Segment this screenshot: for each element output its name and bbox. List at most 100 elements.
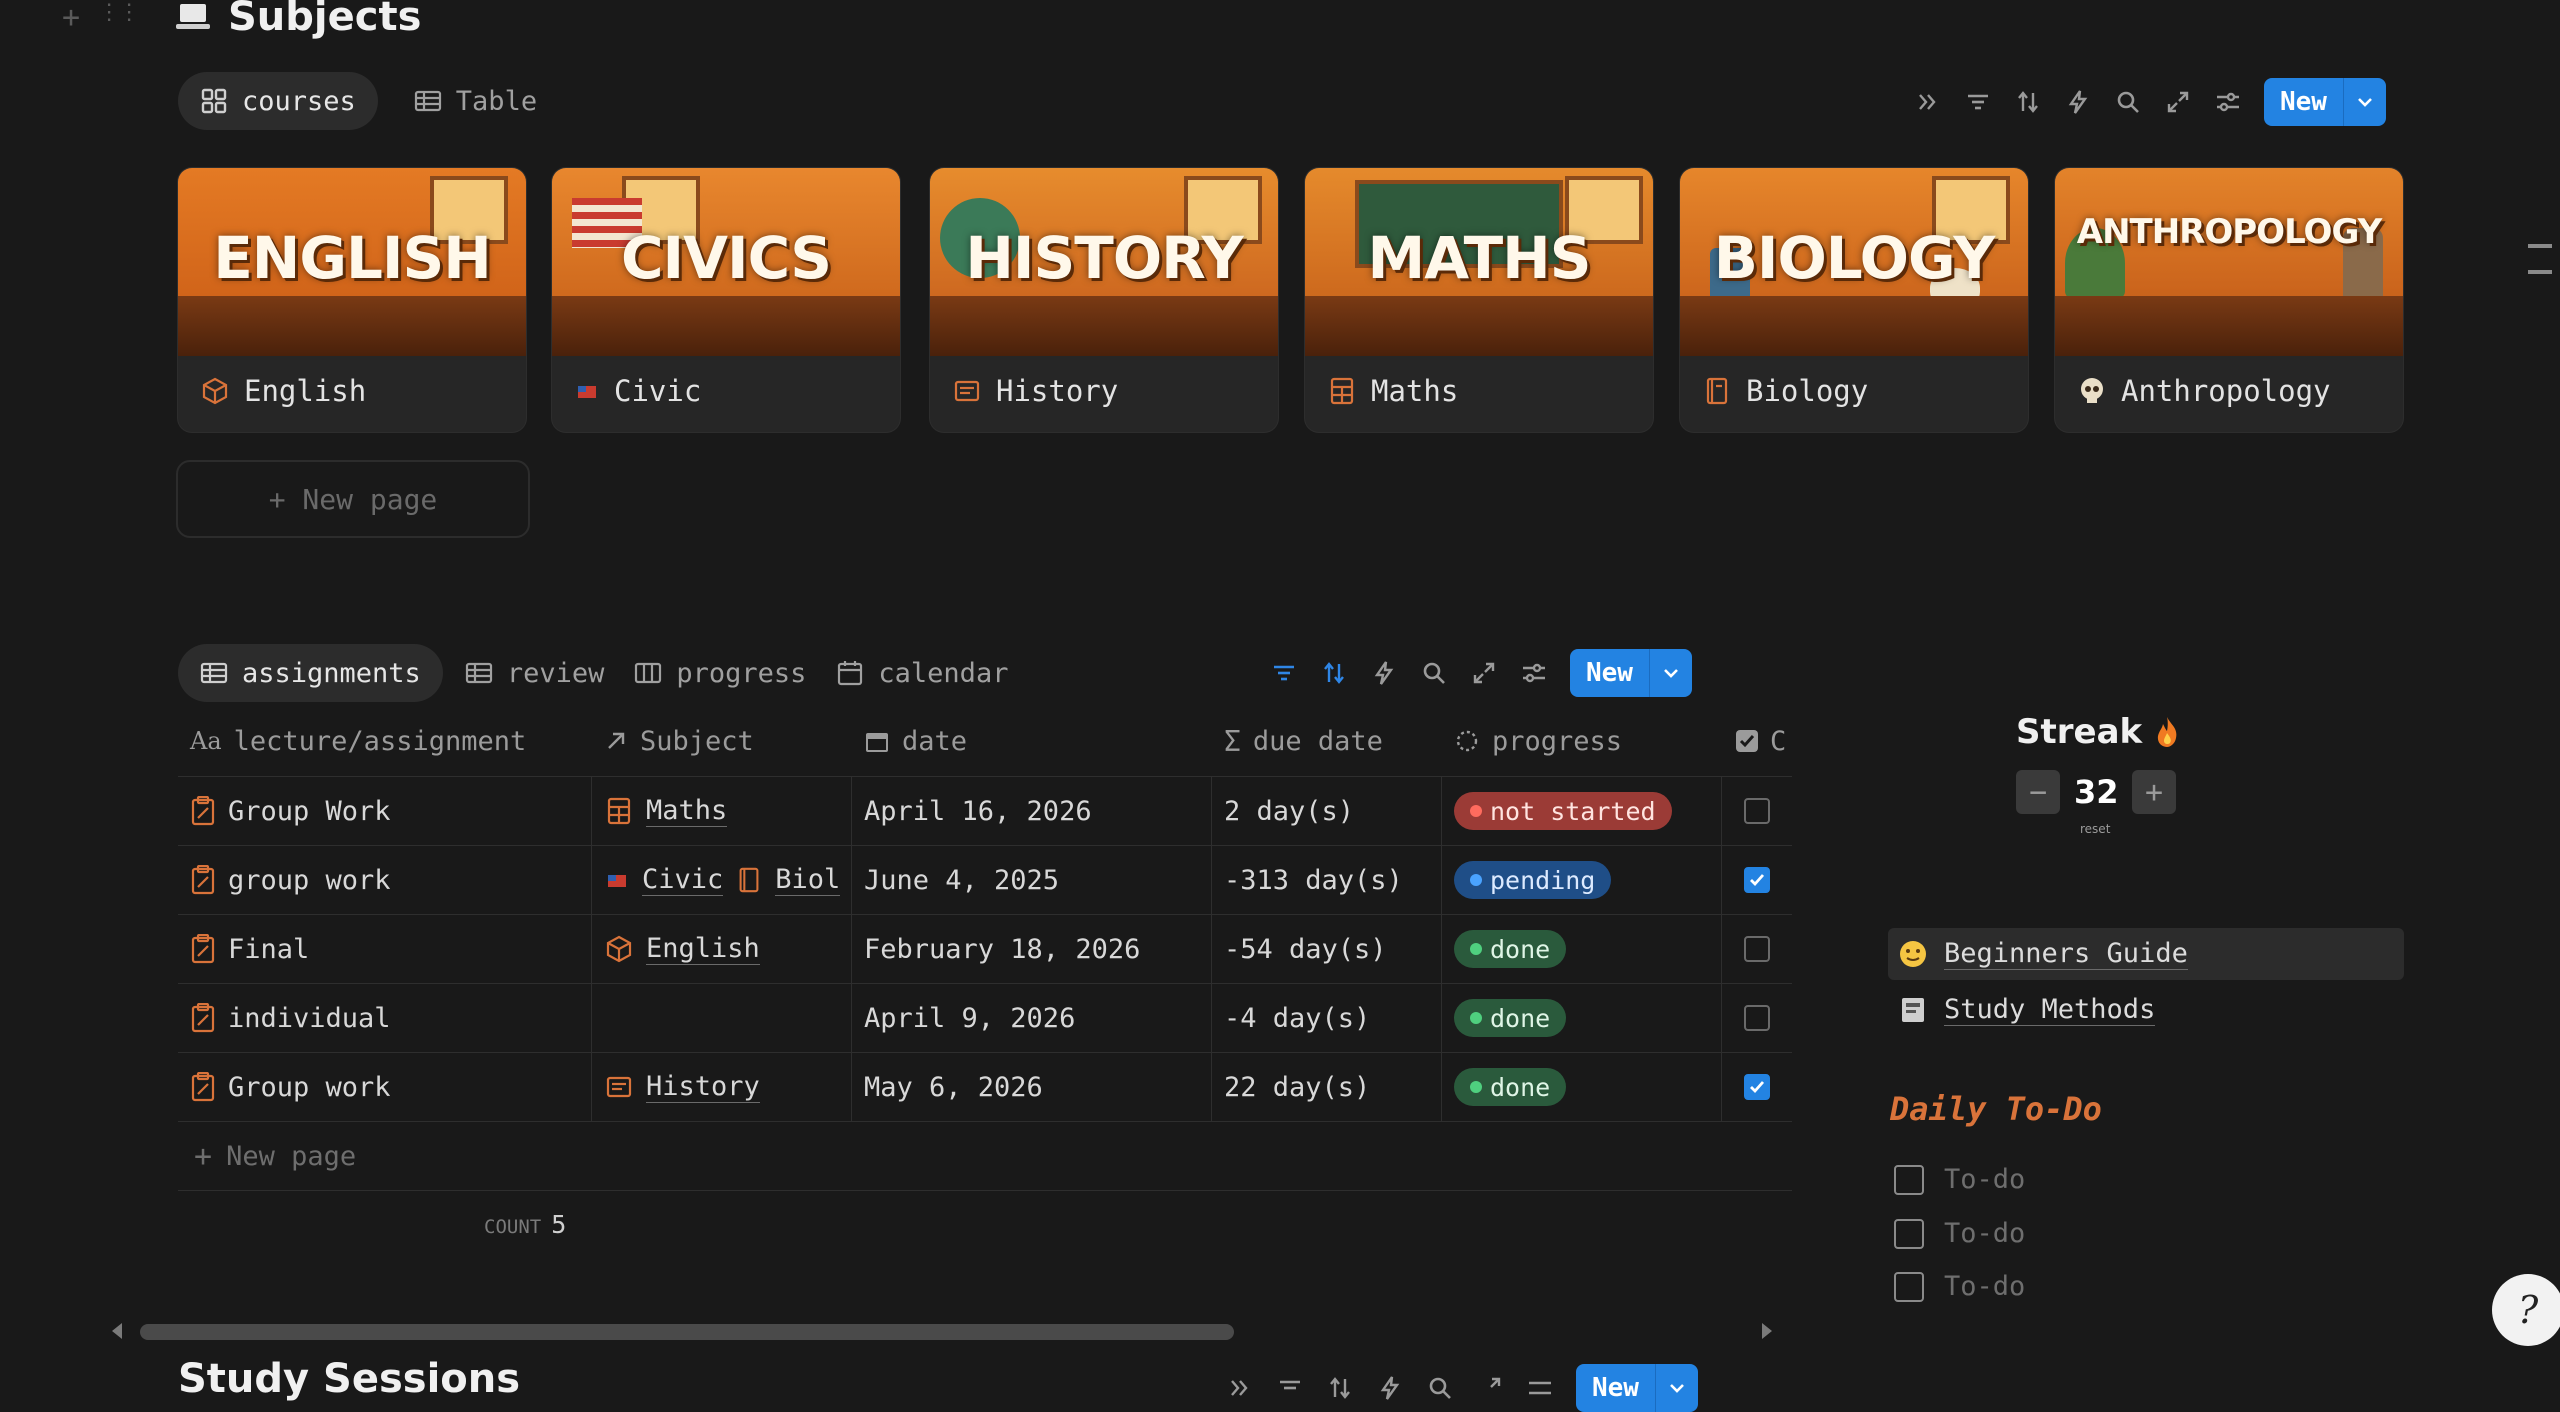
count-summary[interactable]: COUNT 5	[484, 1210, 566, 1239]
lightning-icon[interactable]	[2064, 88, 2092, 116]
column-header-progress[interactable]: progress	[1442, 706, 1722, 776]
subject-link[interactable]: English	[646, 933, 760, 965]
drag-handle-icon[interactable]: ⋮⋮	[98, 0, 140, 35]
search-icon[interactable]	[1420, 659, 1448, 687]
link-beginners-guide[interactable]: Beginners Guide	[1888, 928, 2404, 980]
column-header-due-date[interactable]: Σdue date	[1212, 706, 1442, 776]
todo-checkbox[interactable]	[1894, 1164, 1924, 1195]
column-header-assignment[interactable]: Aa lecture/assignment	[178, 706, 592, 776]
todo-checkbox[interactable]	[1894, 1218, 1924, 1249]
laptop-icon	[176, 2, 210, 32]
assignments-table: Aa lecture/assignment Subject date Σdue d…	[178, 706, 1792, 1239]
row-checkbox[interactable]	[1744, 1074, 1770, 1100]
column-header-date[interactable]: date	[852, 706, 1212, 776]
row-checkbox[interactable]	[1744, 798, 1770, 824]
row-checkbox[interactable]	[1744, 936, 1770, 962]
tab-review[interactable]: review	[457, 644, 613, 702]
subject-link[interactable]: History	[646, 1071, 760, 1103]
todo-item[interactable]: To-do	[1894, 1218, 2025, 1249]
reset-button[interactable]: reset	[2080, 822, 2110, 836]
table-row[interactable]: Group work History May 6, 2026 22 day(s)…	[178, 1053, 1792, 1122]
filter-icon[interactable]	[1964, 88, 1992, 116]
flag-icon	[604, 867, 630, 893]
streak-stepper: − 32 +	[2016, 770, 2176, 814]
link-study-methods[interactable]: Study Methods	[1888, 984, 2404, 1036]
scroll-icon	[604, 1072, 634, 1102]
courses-new-button[interactable]: New	[2264, 78, 2386, 126]
table-row[interactable]: individual April 9, 2026 -4 day(s) done	[178, 984, 1792, 1053]
cube-icon	[604, 934, 634, 964]
study-sessions-title: Study Sessions	[178, 1356, 521, 1402]
sort-icon[interactable]	[1320, 659, 1348, 687]
double-chevron-icon[interactable]	[1914, 88, 1942, 116]
course-card-maths[interactable]: MATHS Maths	[1305, 168, 1653, 432]
chevron-down-icon[interactable]	[2342, 78, 2386, 126]
gallery-new-page-button[interactable]: + New page	[176, 460, 530, 538]
subject-link[interactable]: Maths	[646, 795, 728, 827]
study-sessions-toolbar: New	[1226, 1364, 1698, 1412]
sort-icon[interactable]	[2014, 88, 2042, 116]
chevron-down-icon[interactable]	[1648, 649, 1692, 697]
assignments-new-button[interactable]: New	[1570, 649, 1692, 697]
chevron-down-icon[interactable]	[1654, 1364, 1698, 1412]
settings-sliders-icon[interactable]	[1520, 659, 1548, 687]
calendar-icon	[836, 659, 864, 687]
assignments-view-tabs: assignments review progress calendar	[178, 644, 1016, 702]
filter-icon[interactable]	[1270, 659, 1298, 687]
table-icon	[414, 87, 442, 115]
lightning-icon[interactable]	[1370, 659, 1398, 687]
course-card-biology[interactable]: BIOLOGY Biology	[1680, 168, 2028, 432]
course-card-history[interactable]: HISTORY History	[930, 168, 1278, 432]
double-chevron-icon[interactable]	[1226, 1374, 1254, 1402]
page-title: Subjects	[176, 0, 421, 40]
help-button[interactable]: ?	[2492, 1274, 2560, 1346]
card-cover: CIVICS	[552, 168, 900, 356]
table-header: Aa lecture/assignment Subject date Σdue d…	[178, 706, 1792, 777]
row-checkbox[interactable]	[1744, 1005, 1770, 1031]
course-card-english[interactable]: ENGLISH English	[178, 168, 526, 432]
course-card-civic[interactable]: CIVICS Civic	[552, 168, 900, 432]
column-header-subject[interactable]: Subject	[592, 706, 852, 776]
sort-icon[interactable]	[1326, 1374, 1354, 1402]
relation-arrow-icon	[604, 729, 628, 753]
decrement-button[interactable]: −	[2016, 770, 2060, 814]
tab-calendar[interactable]: calendar	[828, 644, 1016, 702]
tab-progress[interactable]: progress	[626, 644, 814, 702]
scroll-right-icon[interactable]	[1756, 1320, 1776, 1342]
expand-icon[interactable]	[1470, 659, 1498, 687]
table-new-page-button[interactable]: + New page	[178, 1122, 1792, 1191]
add-block-icon[interactable]: +	[62, 0, 80, 35]
table-row[interactable]: group work Civic Biol June 4, 2025 -313 d…	[178, 846, 1792, 915]
increment-button[interactable]: +	[2132, 770, 2176, 814]
search-icon[interactable]	[2114, 88, 2142, 116]
expand-icon[interactable]	[1476, 1374, 1504, 1402]
scroll-indicator-icon[interactable]	[2528, 244, 2552, 248]
subject-link[interactable]: Biol	[775, 864, 841, 896]
tab-table[interactable]: Table	[392, 72, 559, 130]
settings-sliders-icon[interactable]	[1526, 1374, 1554, 1402]
scroll-left-icon[interactable]	[108, 1320, 128, 1342]
tab-courses[interactable]: courses	[178, 72, 378, 130]
study-sessions-new-button[interactable]: New	[1576, 1364, 1698, 1412]
expand-icon[interactable]	[2164, 88, 2192, 116]
todo-checkbox[interactable]	[1894, 1271, 1924, 1302]
table-row[interactable]: Final English February 18, 2026 -54 day(…	[178, 915, 1792, 984]
tab-assignments[interactable]: assignments	[178, 644, 443, 702]
row-checkbox[interactable]	[1744, 867, 1770, 893]
subject-link[interactable]: Civic	[642, 864, 724, 896]
todo-item[interactable]: To-do	[1894, 1271, 2025, 1302]
table-row[interactable]: Group Work Maths April 16, 2026 2 day(s)…	[178, 777, 1792, 846]
table-icon	[200, 659, 228, 687]
plus-icon: +	[194, 1138, 213, 1174]
settings-sliders-icon[interactable]	[2214, 88, 2242, 116]
todo-item[interactable]: To-do	[1894, 1164, 2025, 1195]
search-icon[interactable]	[1426, 1374, 1454, 1402]
status-badge: done	[1454, 999, 1567, 1037]
column-header-checkbox[interactable]: C	[1722, 706, 1792, 776]
lightning-icon[interactable]	[1376, 1374, 1404, 1402]
daily-todo-heading: Daily To-Do	[1890, 1090, 2102, 1128]
filter-icon[interactable]	[1276, 1374, 1304, 1402]
subject-cell-empty[interactable]	[592, 984, 852, 1052]
horizontal-scrollbar[interactable]	[140, 1324, 1234, 1340]
course-card-anthropology[interactable]: ANTHROPOLOGY Anthropology	[2055, 168, 2403, 432]
